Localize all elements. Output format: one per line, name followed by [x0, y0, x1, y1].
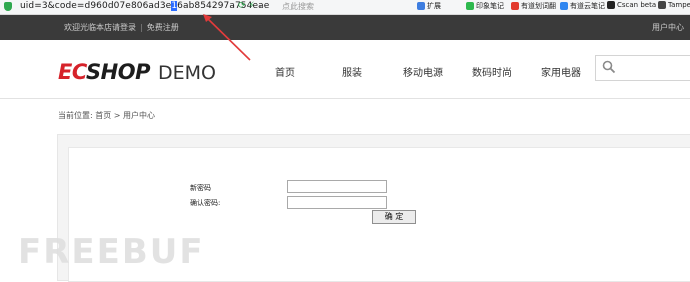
- watermark-logo: FREEBUF: [18, 232, 205, 272]
